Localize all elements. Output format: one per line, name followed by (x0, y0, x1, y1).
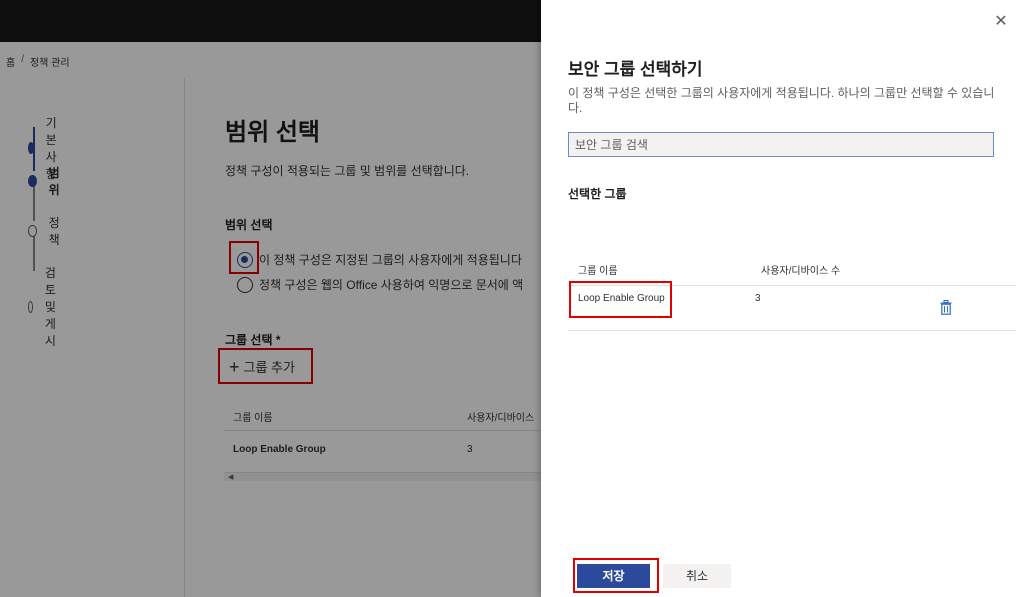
highlight-box (569, 281, 672, 318)
close-button[interactable]: ✕ (991, 12, 1011, 32)
table-divider (568, 330, 1016, 331)
select-security-group-panel: ✕ 보안 그룹 선택하기 이 정책 구성은 선택한 그룹의 사용자에게 적용됩니… (541, 0, 1016, 597)
cancel-button[interactable]: 취소 (663, 564, 731, 588)
selected-groups-heading: 선택한 그룹 (568, 187, 627, 201)
table-cell-user-count: 3 (755, 293, 761, 304)
panel-title: 보안 그룹 선택하기 (568, 60, 703, 79)
search-input[interactable] (568, 132, 994, 157)
trash-icon[interactable] (940, 300, 952, 315)
column-header-user-device-count[interactable]: 사용자/디바이스 수 (761, 262, 840, 277)
close-icon: ✕ (994, 13, 1008, 30)
panel-description: 이 정책 구성은 선택한 그룹의 사용자에게 적용됩니다. 하나의 그룹만 선택… (568, 86, 995, 115)
highlight-box (573, 558, 659, 593)
modal-overlay[interactable] (0, 0, 541, 597)
column-header-group-name[interactable]: 그룹 이름 (578, 262, 618, 277)
